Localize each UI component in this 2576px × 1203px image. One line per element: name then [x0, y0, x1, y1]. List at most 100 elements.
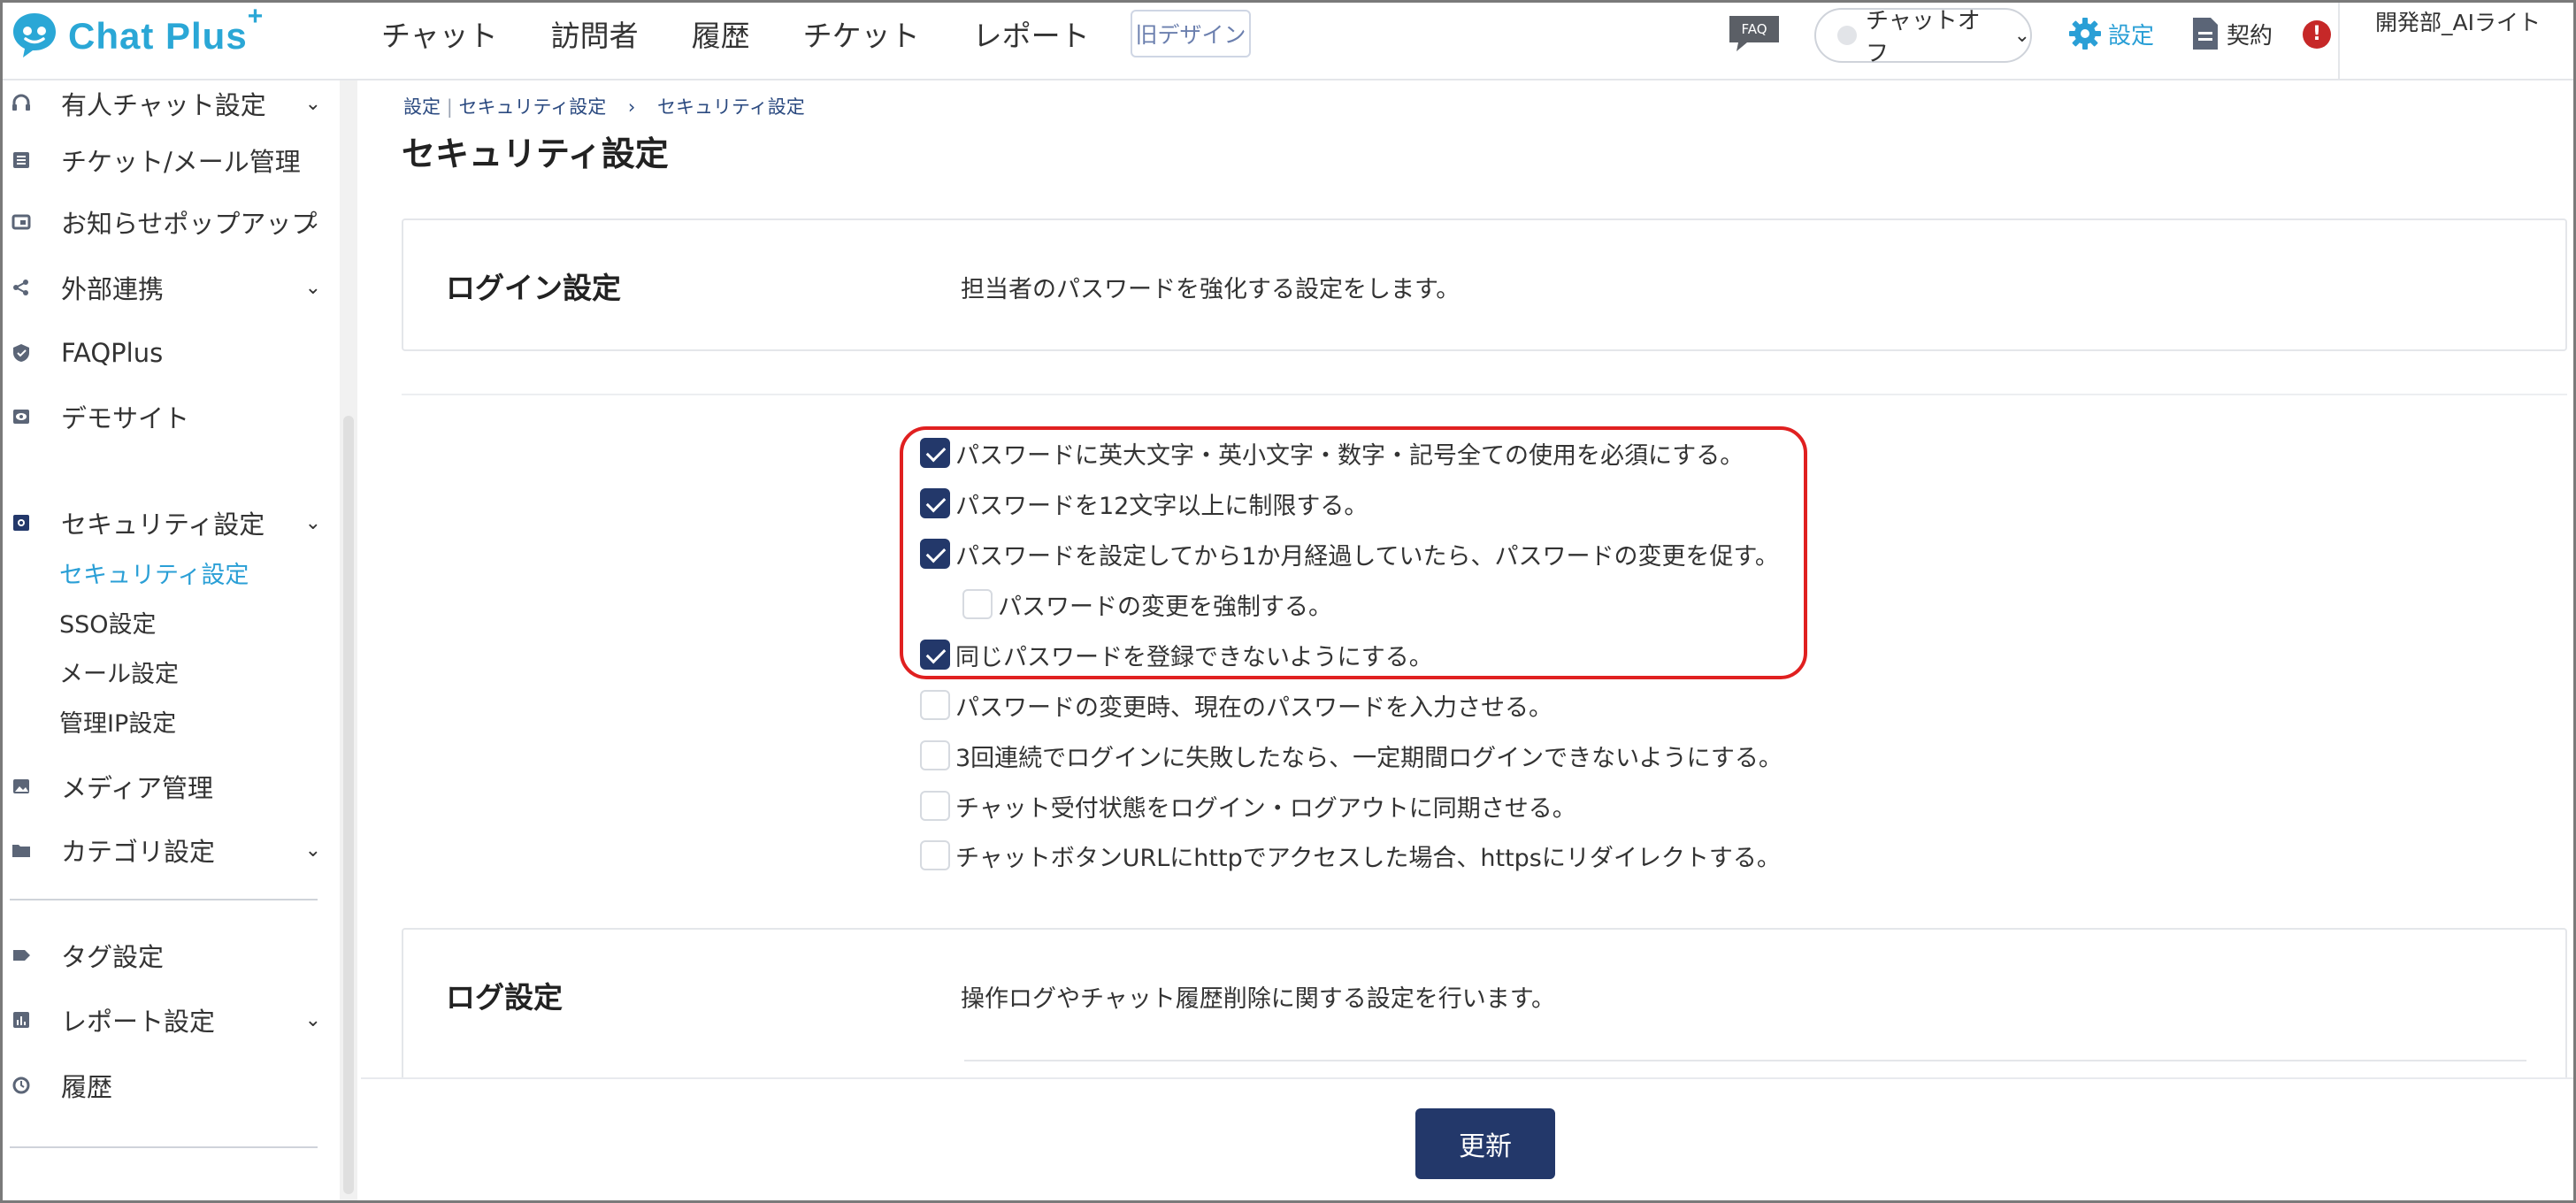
main-nav: チャット 訪問者 履歴 チケット レポート	[381, 3, 1143, 65]
chat-bubble-logo-icon	[10, 10, 59, 59]
sidebar-sub-mail[interactable]: メール設定	[59, 651, 179, 692]
sidebar: 有人チャット設定 ⌄ チケット/メール管理 お知らせポップアップ ⌄ 外部連携 …	[3, 80, 339, 1200]
log-settings-description: 操作ログやチャット履歴削除に関する設定を行います。	[961, 985, 1556, 1013]
sidebar-item-tickets[interactable]: チケット/メール管理	[3, 134, 339, 187]
login-settings-card: ログイン設定 担当者のパスワードを強化する設定をします。	[402, 218, 2567, 351]
sidebar-item-label: デモサイト	[61, 403, 190, 433]
login-settings-title: ログイン設定	[446, 271, 621, 305]
headset-icon	[12, 94, 30, 111]
sidebar-item-label: 有人チャット設定	[61, 90, 266, 120]
document-icon	[2193, 18, 2218, 50]
breadcrumb-separator: |	[446, 96, 453, 118]
contract-link[interactable]: 契約	[2191, 13, 2273, 54]
option-lockout-after-3-failures[interactable]: 3回連続でログインに失敗したなら、一定期間ログインできないようにする。	[920, 738, 1782, 773]
chevron-down-icon: ⌄	[304, 92, 321, 115]
checkbox-unchecked[interactable]	[920, 791, 950, 821]
sidebar-item-manned-chat[interactable]: 有人チャット設定 ⌄	[3, 77, 339, 130]
sidebar-item-label: タグ設定	[61, 942, 165, 972]
logo[interactable]: Chat Plus+	[10, 1, 264, 59]
option-require-current-password[interactable]: パスワードの変更時、現在のパスワードを入力させる。	[920, 687, 1552, 723]
top-header: Chat Plus+ チャット 訪問者 履歴 チケット レポート 旧デザイン F…	[3, 1, 2573, 80]
chat-status-label: チャットオフ	[1865, 8, 1981, 67]
chevron-down-icon: ⌄	[2013, 24, 2030, 47]
login-settings-description: 担当者のパスワードを強化する設定をします。	[961, 276, 1460, 303]
sidebar-sub-admin-ip[interactable]: 管理IP設定	[59, 701, 176, 741]
sidebar-item-media[interactable]: メディア管理	[3, 760, 339, 813]
section-divider	[402, 394, 2567, 395]
sidebar-item-history[interactable]: 履歴	[3, 1059, 339, 1112]
log-settings-title: ログ設定	[446, 980, 563, 1015]
sidebar-item-label: 外部連携	[61, 274, 165, 304]
sidebar-item-tag[interactable]: タグ設定	[3, 929, 339, 982]
folder-icon	[12, 845, 30, 857]
shield-icon	[13, 344, 29, 362]
lock-icon	[13, 515, 29, 531]
chevron-down-icon: ⌄	[304, 211, 321, 234]
sidebar-item-integration[interactable]: 外部連携 ⌄	[3, 261, 339, 314]
checkbox-unchecked[interactable]	[920, 740, 950, 770]
nav-chat[interactable]: チャット	[381, 12, 498, 55]
chart-icon	[13, 1012, 29, 1028]
old-design-button[interactable]: 旧デザイン	[1131, 10, 1251, 57]
log-settings-divider	[964, 1060, 2526, 1061]
status-dot-icon	[1837, 26, 1857, 45]
sidebar-divider	[10, 899, 318, 900]
eye-icon	[13, 410, 29, 424]
nav-visitors[interactable]: 訪問者	[551, 12, 639, 55]
breadcrumb-current: セキュリティ設定	[656, 96, 805, 118]
sidebar-item-label: カテゴリ設定	[61, 837, 216, 867]
page-title: セキュリティ設定	[402, 134, 669, 173]
sidebar-sub-security-settings[interactable]: セキュリティ設定	[59, 552, 249, 593]
chevron-down-icon: ⌄	[304, 839, 321, 862]
faq-badge-text: FAQ	[1741, 21, 1767, 37]
checkbox-unchecked[interactable]	[920, 840, 950, 870]
chevron-down-icon: ⌄	[304, 1008, 321, 1031]
user-name[interactable]: 開発部_AIライト	[2375, 6, 2561, 40]
sidebar-item-label: メディア管理	[61, 773, 213, 803]
nav-tickets[interactable]: チケット	[803, 12, 920, 55]
option-sync-chat-status[interactable]: チャット受付状態をログイン・ログアウトに同期させる。	[920, 788, 1576, 824]
breadcrumb-settings[interactable]: 設定	[403, 96, 441, 118]
sidebar-sub-sso[interactable]: SSO設定	[59, 602, 157, 642]
chevron-down-icon: ⌄	[304, 511, 321, 534]
alert-icon[interactable]: !	[2303, 20, 2331, 49]
sidebar-item-report[interactable]: レポート設定 ⌄	[3, 993, 339, 1046]
chevron-down-icon: ⌄	[304, 276, 321, 299]
history-icon	[12, 1077, 30, 1094]
faq-icon[interactable]: FAQ	[1728, 14, 1781, 53]
chat-status-dropdown[interactable]: チャットオフ ⌄	[1814, 8, 2032, 67]
option-label: パスワードの変更時、現在のパスワードを入力させる。	[955, 693, 1552, 722]
popup-icon	[12, 214, 31, 230]
contract-label: 契約	[2227, 22, 2273, 50]
image-icon	[13, 779, 29, 793]
sidebar-item-label: FAQPlus	[61, 338, 164, 368]
breadcrumb-security[interactable]: セキュリティ設定	[458, 96, 606, 118]
option-label: 3回連続でログインに失敗したなら、一定期間ログインできないようにする。	[955, 744, 1782, 772]
sidebar-scroll-thumb[interactable]	[343, 416, 354, 1194]
footer-bar: 更新	[361, 1077, 2573, 1200]
sidebar-item-popup[interactable]: お知らせポップアップ ⌄	[3, 195, 339, 249]
breadcrumb: 設定 | セキュリティ設定 › セキュリティ設定	[403, 93, 805, 119]
logo-text: Chat Plus+	[68, 1, 264, 57]
highlight-box	[900, 426, 1807, 679]
checkbox-unchecked[interactable]	[920, 690, 950, 720]
nav-reports[interactable]: レポート	[973, 12, 1090, 55]
sidebar-item-demo-site[interactable]: デモサイト	[3, 390, 339, 443]
settings-link[interactable]: 設定	[2067, 13, 2154, 54]
header-divider	[2338, 3, 2340, 80]
list-icon	[13, 152, 29, 168]
sidebar-item-label: レポート設定	[61, 1007, 216, 1037]
sidebar-item-label: セキュリティ設定	[61, 510, 265, 540]
sidebar-item-label: 履歴	[61, 1072, 113, 1102]
nav-history[interactable]: 履歴	[692, 12, 750, 55]
sidebar-item-security[interactable]: セキュリティ設定 ⌄	[3, 496, 339, 549]
option-label: チャット受付状態をログイン・ログアウトに同期させる。	[955, 794, 1576, 823]
sidebar-item-category[interactable]: カテゴリ設定 ⌄	[3, 824, 339, 877]
log-settings-card: ログ設定 操作ログやチャット履歴削除に関する設定を行います。	[402, 928, 2567, 1087]
update-button[interactable]: 更新	[1415, 1108, 1555, 1179]
share-icon	[13, 280, 28, 295]
sidebar-item-faqplus[interactable]: FAQPlus	[3, 326, 339, 379]
tag-icon	[13, 950, 30, 961]
option-https-redirect[interactable]: チャットボタンURLにhttpでアクセスした場合、httpsにリダイレクトする。	[920, 838, 1781, 873]
breadcrumb-chevron-icon: ›	[627, 96, 636, 118]
